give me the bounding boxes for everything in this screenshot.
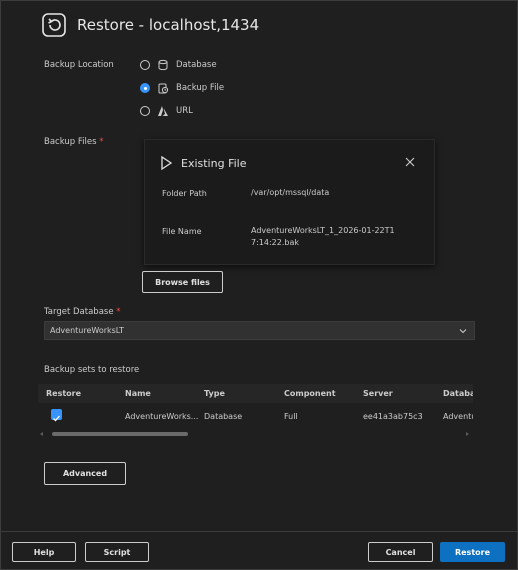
help-button[interactable]: Help — [12, 542, 76, 562]
scrollbar-thumb — [52, 432, 188, 436]
cell-component: Full — [284, 412, 298, 421]
column-header-name[interactable]: Name — [125, 389, 151, 398]
cell-type: Database — [204, 412, 243, 421]
file-go-icon — [161, 156, 173, 170]
scroll-left-icon — [40, 432, 43, 436]
cell-database: Adventu — [443, 412, 473, 421]
horizontal-scrollbar[interactable] — [38, 430, 473, 438]
checkmark-icon — [53, 415, 60, 422]
required-mark: * — [99, 137, 104, 147]
radio-button[interactable] — [140, 106, 150, 116]
radio-database[interactable]: Database — [140, 59, 217, 71]
azure-icon — [158, 106, 168, 116]
restore-button[interactable]: Restore — [440, 542, 505, 562]
column-header-type[interactable]: Type — [204, 389, 225, 398]
file-name-label: File Name — [162, 227, 202, 236]
browse-files-button[interactable]: Browse files — [142, 271, 223, 293]
advanced-button[interactable]: Advanced — [44, 462, 126, 485]
database-icon — [158, 59, 168, 71]
backup-files-label-text: Backup Files — [44, 137, 97, 147]
footer-divider — [1, 531, 517, 532]
cell-server: ee41a3ab75c3 — [363, 412, 423, 421]
radio-backup-file[interactable]: Backup File — [140, 82, 224, 94]
radio-button-selected[interactable] — [140, 83, 150, 93]
existing-file-panel: Existing File Folder Path /var/opt/mssql… — [144, 139, 435, 265]
radio-button[interactable] — [140, 60, 150, 70]
required-mark: * — [116, 307, 121, 317]
radio-label-database: Database — [176, 60, 217, 70]
table-header — [38, 384, 473, 403]
backup-sets-table: Restore Name Type Component Server Datab… — [38, 384, 473, 442]
existing-file-title: Existing File — [181, 156, 247, 170]
target-database-label-text: Target Database — [44, 307, 114, 317]
radio-label-backup-file: Backup File — [176, 83, 225, 93]
column-header-component[interactable]: Component — [284, 389, 336, 398]
target-database-value: AdventureWorksLT — [50, 326, 125, 335]
cell-name: AdventureWorks... — [125, 412, 199, 421]
dialog-title: Restore - localhost,1434 — [77, 16, 260, 34]
existing-file-header: Existing File — [159, 156, 246, 170]
backup-sets-heading: Backup sets to restore — [44, 365, 140, 375]
column-header-database[interactable]: Databa — [443, 389, 473, 398]
column-header-server[interactable]: Server — [363, 389, 393, 398]
dialog-header: Restore - localhost,1434 — [41, 12, 259, 38]
chevron-down-icon — [459, 329, 467, 334]
backup-location-label: Backup Location — [44, 60, 114, 70]
restore-checkbox[interactable] — [51, 409, 62, 422]
radio-url[interactable]: URL — [140, 105, 193, 117]
file-name-value: AdventureWorksLT_1_2026-01-22T17:14:22.b… — [251, 226, 395, 247]
folder-path-label: Folder Path — [162, 189, 207, 198]
radio-label-url: URL — [176, 106, 193, 116]
folder-path-value: /var/opt/mssql/data — [251, 188, 330, 197]
scroll-right-icon — [466, 432, 469, 436]
backup-file-icon — [158, 83, 169, 94]
script-button[interactable]: Script — [85, 542, 149, 562]
restore-dialog: Restore - localhost,1434 Backup Location… — [0, 0, 518, 570]
close-icon[interactable] — [404, 156, 416, 168]
restore-icon — [42, 13, 66, 37]
target-database-select[interactable]: AdventureWorksLT — [44, 321, 475, 340]
column-header-restore[interactable]: Restore — [46, 389, 81, 398]
target-database-label: Target Database * — [44, 307, 121, 317]
backup-files-label: Backup Files * — [44, 137, 103, 147]
cancel-button[interactable]: Cancel — [368, 542, 433, 562]
